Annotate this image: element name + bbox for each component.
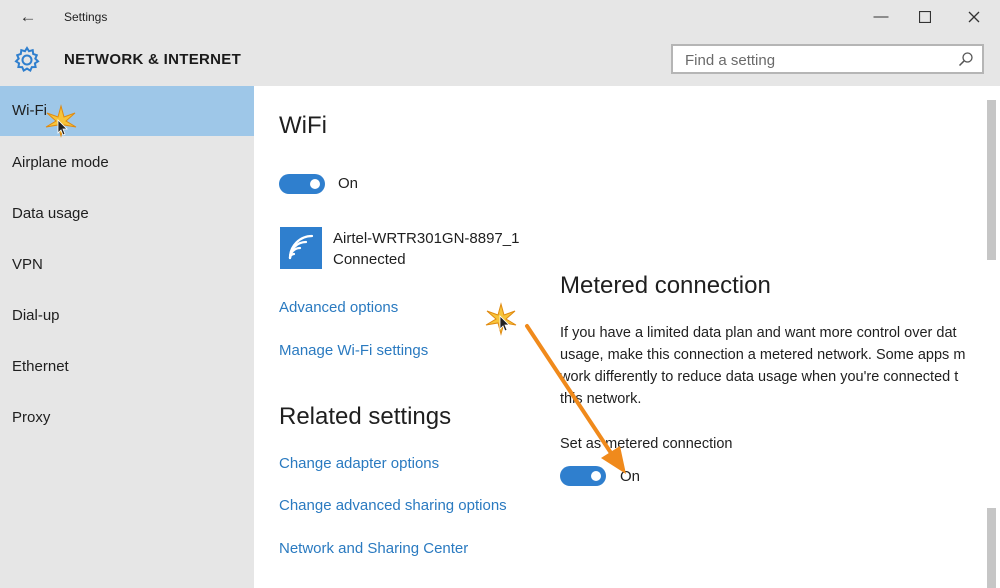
metered-toggle[interactable] — [560, 466, 606, 486]
metered-heading: Metered connection — [560, 272, 771, 299]
sidebar-item-dial-up[interactable]: Dial-up — [0, 291, 254, 341]
maximize-button[interactable] — [903, 3, 947, 31]
scrollbar-thumb[interactable] — [987, 100, 996, 260]
minimize-button[interactable]: — — [859, 3, 903, 31]
change-adapter-options-link[interactable]: Change adapter options — [279, 455, 439, 472]
wifi-toggle-label: On — [338, 175, 359, 192]
section-title: NETWORK & INTERNET — [64, 51, 242, 68]
maximize-icon — [918, 10, 932, 24]
sidebar-item-vpn[interactable]: VPN — [0, 240, 254, 290]
metered-set-label: Set as metered connection — [560, 436, 733, 452]
network-status: Connected — [333, 251, 406, 268]
metered-description-line: work differently to reduce data usage wh… — [560, 369, 959, 385]
toggle-knob — [591, 471, 601, 481]
close-icon — [968, 11, 980, 23]
sidebar-item-label: Wi-Fi — [12, 102, 47, 119]
related-settings-heading: Related settings — [279, 403, 452, 430]
sidebar-item-label: Ethernet — [12, 358, 69, 375]
change-advanced-sharing-link[interactable]: Change advanced sharing options — [279, 497, 507, 514]
sidebar-item-label: VPN — [12, 256, 43, 273]
advanced-options-link[interactable]: Advanced options — [279, 299, 398, 316]
toggle-knob — [310, 179, 320, 189]
wifi-heading: WiFi — [279, 112, 327, 139]
sidebar-item-proxy[interactable]: Proxy — [0, 393, 254, 443]
wifi-signal-icon — [288, 234, 314, 260]
sidebar-item-label: Proxy — [12, 409, 51, 426]
wifi-toggle[interactable] — [279, 174, 325, 194]
network-name: Airtel-WRTR301GN-8897_1 — [333, 230, 520, 247]
close-button[interactable] — [952, 3, 996, 31]
gear-icon — [14, 46, 40, 73]
settings-header: NETWORK & INTERNET — [0, 36, 1000, 86]
back-arrow-icon: ← — [19, 7, 37, 26]
click-sparkle-icon — [45, 104, 77, 138]
minimize-icon: — — [873, 8, 889, 25]
network-sharing-center-link[interactable]: Network and Sharing Center — [279, 540, 468, 557]
back-button[interactable]: ← — [14, 6, 42, 28]
sidebar-item-wifi[interactable]: Wi-Fi — [0, 86, 254, 136]
metered-description-line: this network. — [560, 391, 642, 407]
search-icon[interactable] — [958, 51, 974, 67]
search-box[interactable] — [671, 44, 984, 74]
sidebar-item-label: Data usage — [12, 205, 89, 222]
window-title: Settings — [64, 10, 108, 24]
sidebar-item-ethernet[interactable]: Ethernet — [0, 342, 254, 392]
click-sparkle-icon — [485, 302, 517, 336]
search-input[interactable] — [683, 49, 957, 71]
metered-description-line: usage, make this connection a metered ne… — [560, 347, 966, 363]
title-bar: ← Settings — — [0, 0, 1000, 36]
metered-description-line: If you have a limited data plan and want… — [560, 325, 957, 341]
sidebar-item-airplane-mode[interactable]: Airplane mode — [0, 138, 254, 188]
sidebar-item-data-usage[interactable]: Data usage — [0, 189, 254, 239]
manage-wifi-settings-link[interactable]: Manage Wi-Fi settings — [279, 342, 428, 359]
sidebar-item-label: Dial-up — [12, 307, 60, 324]
metered-toggle-label: On — [620, 468, 641, 485]
scrollbar-thumb-lower[interactable] — [987, 508, 996, 588]
sidebar-item-label: Airplane mode — [12, 154, 109, 171]
sidebar: Wi-Fi Airplane mode Data usage VPN Dial-… — [0, 86, 254, 588]
wifi-network-tile[interactable] — [280, 227, 322, 269]
